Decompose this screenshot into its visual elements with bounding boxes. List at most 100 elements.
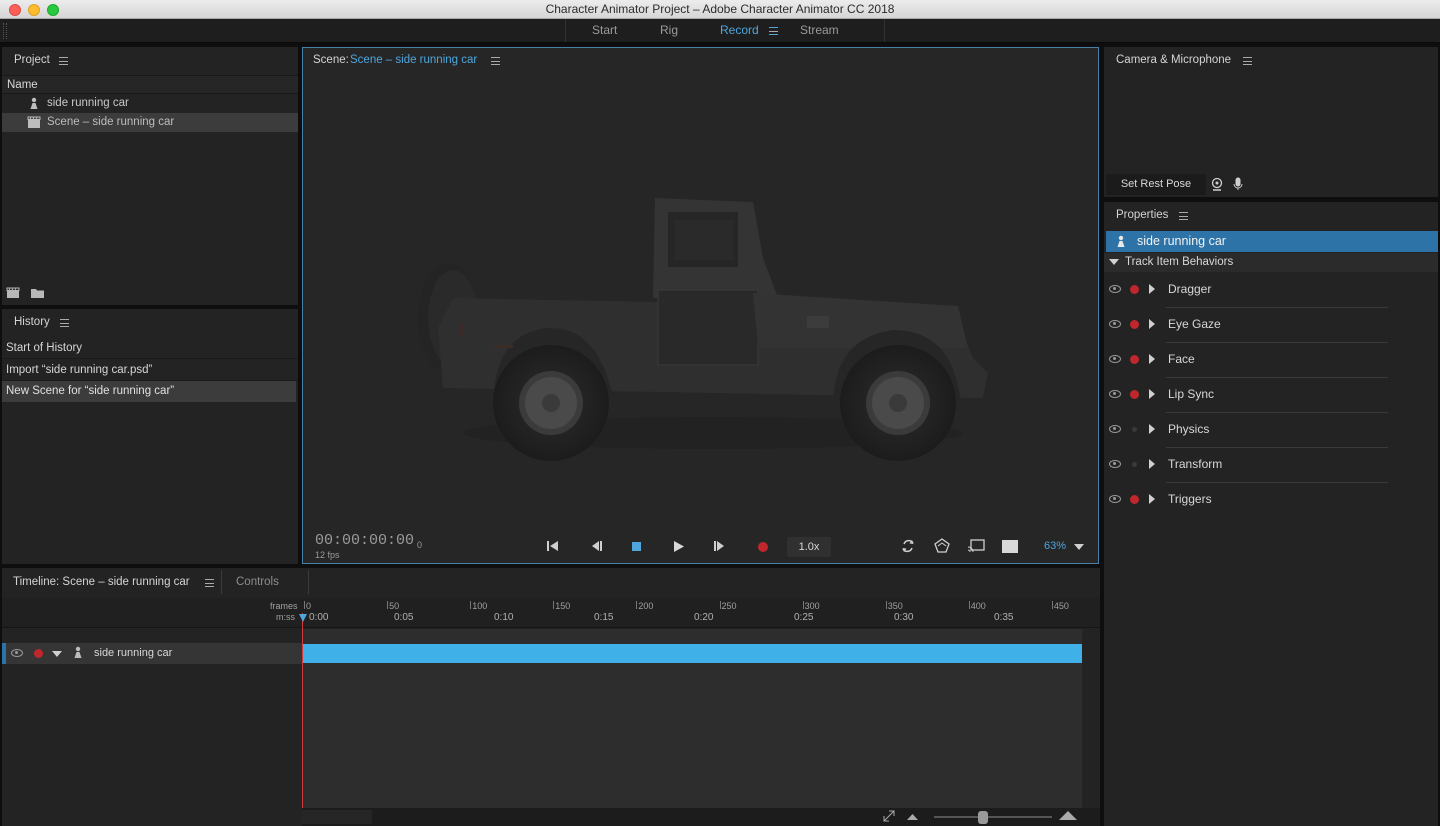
zoom-in-mountain-icon[interactable]: [1059, 811, 1077, 820]
arm-record-dot[interactable]: [34, 649, 43, 658]
zoom-level[interactable]: 63%: [1044, 540, 1066, 552]
expand-track-icon[interactable]: [52, 651, 62, 657]
record-button[interactable]: [758, 542, 768, 552]
visibility-eye-icon[interactable]: [1109, 320, 1121, 328]
expand-behavior-icon[interactable]: [1149, 424, 1155, 434]
history-panel-menu-icon[interactable]: [60, 319, 69, 327]
expand-behavior-icon[interactable]: [1149, 319, 1155, 329]
visibility-eye-icon[interactable]: [1109, 460, 1121, 468]
grip-handle[interactable]: [3, 23, 7, 39]
behavior-row-triggers[interactable]: Triggers: [1104, 487, 1438, 522]
arm-record-dot[interactable]: [1130, 285, 1139, 294]
new-folder-icon[interactable]: [30, 287, 45, 299]
visibility-eye-icon[interactable]: [1109, 390, 1121, 398]
fit-timeline-icon[interactable]: [883, 810, 895, 822]
history-item[interactable]: Import “side running car.psd”: [2, 360, 298, 381]
frame-tick: [968, 601, 970, 609]
visibility-eye-icon[interactable]: [1109, 425, 1121, 433]
behavior-row-transform[interactable]: Transform: [1104, 452, 1438, 487]
go-to-start-icon[interactable]: [546, 540, 559, 552]
minimize-window-button[interactable]: [28, 4, 40, 16]
project-column-header[interactable]: Name: [2, 75, 298, 94]
expand-behavior-icon[interactable]: [1149, 494, 1155, 504]
new-scene-icon[interactable]: [6, 286, 21, 299]
play-icon[interactable]: [673, 540, 685, 553]
workspace-bar: Start Rig Record Stream: [0, 19, 1440, 43]
zoom-window-button[interactable]: [47, 4, 59, 16]
project-item-puppet[interactable]: side running car: [2, 94, 298, 113]
close-window-button[interactable]: [9, 4, 21, 16]
arm-record-dot-disarmed[interactable]: [1132, 427, 1137, 432]
time-tick-label: 0:05: [394, 612, 414, 623]
history-item[interactable]: Start of History: [2, 338, 298, 359]
visibility-eye-icon[interactable]: [1109, 355, 1121, 363]
loop-icon[interactable]: [901, 539, 915, 553]
expand-behavior-icon[interactable]: [1149, 389, 1155, 399]
tab-rig[interactable]: Rig: [660, 19, 678, 41]
tab-record[interactable]: Record: [720, 19, 759, 41]
frame-tick: [719, 601, 721, 609]
track-item-behaviors-section[interactable]: Track Item Behaviors: [1104, 253, 1438, 272]
frame-tick-label: 200: [638, 601, 654, 611]
puppet-track-icon[interactable]: [934, 538, 950, 553]
properties-panel-menu-icon[interactable]: [1179, 212, 1188, 220]
stop-button[interactable]: [632, 542, 641, 551]
behavior-row-dragger[interactable]: Dragger: [1104, 277, 1438, 312]
record-tab-menu-icon[interactable]: [769, 27, 778, 35]
behavior-row-lip-sync[interactable]: Lip Sync: [1104, 382, 1438, 417]
expand-behavior-icon[interactable]: [1149, 459, 1155, 469]
tab-start[interactable]: Start: [592, 19, 617, 41]
playhead-handle[interactable]: [299, 614, 307, 622]
behavior-row-face[interactable]: Face: [1104, 347, 1438, 382]
microphone-icon[interactable]: [1233, 177, 1243, 191]
camera-icon[interactable]: [1210, 177, 1224, 191]
project-item-label: Scene – side running car: [47, 116, 175, 128]
timeline-menu-icon[interactable]: [205, 579, 214, 587]
zoom-out-mountain-icon[interactable]: [907, 813, 918, 820]
scene-canvas-car[interactable]: [413, 198, 1003, 468]
expand-behavior-icon[interactable]: [1149, 354, 1155, 364]
timeline-panel-header: Timeline: Scene – side running car Contr…: [2, 568, 1100, 596]
step-forward-icon[interactable]: [714, 540, 727, 552]
zoom-dropdown-icon[interactable]: [1074, 544, 1084, 550]
history-item-label: Start of History: [6, 342, 83, 354]
project-item-scene[interactable]: Scene – side running car: [2, 113, 298, 132]
tab-stream[interactable]: Stream: [800, 19, 839, 41]
arm-record-dot[interactable]: [1130, 390, 1139, 399]
puppet-track-bar[interactable]: [303, 644, 1082, 663]
timeline-track-header[interactable]: side running car: [2, 643, 302, 664]
visibility-eye-icon[interactable]: [1109, 285, 1121, 293]
visibility-eye-icon[interactable]: [11, 649, 23, 657]
timecode-display[interactable]: 00:00:00:00: [315, 532, 414, 549]
behavior-row-physics[interactable]: Physics: [1104, 417, 1438, 452]
scene-panel-menu-icon[interactable]: [491, 57, 500, 65]
expand-behavior-icon[interactable]: [1149, 284, 1155, 294]
selected-puppet-row[interactable]: side running car: [1106, 231, 1438, 252]
cast-output-icon[interactable]: [967, 539, 985, 553]
timeline-title[interactable]: Timeline: Scene – side running car: [13, 576, 190, 588]
set-rest-pose-button[interactable]: Set Rest Pose: [1106, 174, 1206, 195]
arm-record-dot[interactable]: [1130, 495, 1139, 504]
arm-record-dot[interactable]: [1130, 320, 1139, 329]
behavior-label: Triggers: [1168, 492, 1212, 506]
behavior-row-eye-gaze[interactable]: Eye Gaze: [1104, 312, 1438, 347]
visibility-eye-icon[interactable]: [1109, 495, 1121, 503]
arm-record-dot-disarmed[interactable]: [1132, 462, 1137, 467]
arm-record-dot[interactable]: [1130, 355, 1139, 364]
project-panel-menu-icon[interactable]: [59, 57, 68, 65]
timeline-zoom-slider-thumb[interactable]: [978, 811, 988, 824]
camera-panel-menu-icon[interactable]: [1243, 57, 1252, 65]
tab-controls[interactable]: Controls: [236, 576, 279, 588]
collapse-section-icon[interactable]: [1109, 259, 1119, 265]
timeline-zoom-slider[interactable]: [934, 816, 1052, 818]
frame-tick-label: 350: [887, 601, 903, 611]
history-item-selected[interactable]: New Scene for “side running car”: [2, 381, 296, 402]
step-back-icon[interactable]: [589, 540, 602, 552]
project-panel: Project Name side running car Scene – si…: [2, 47, 298, 305]
playback-speed[interactable]: 1.0x: [787, 537, 831, 557]
playhead[interactable]: [302, 613, 303, 808]
history-panel-title: History: [14, 316, 50, 328]
timeline-ruler[interactable]: frames m:ss 0 50 100 150 200 250 300 350 400 450 0…: [2, 598, 1100, 628]
background-color-swatch[interactable]: [1002, 540, 1018, 553]
time-tick-label: 0:30: [894, 612, 914, 623]
